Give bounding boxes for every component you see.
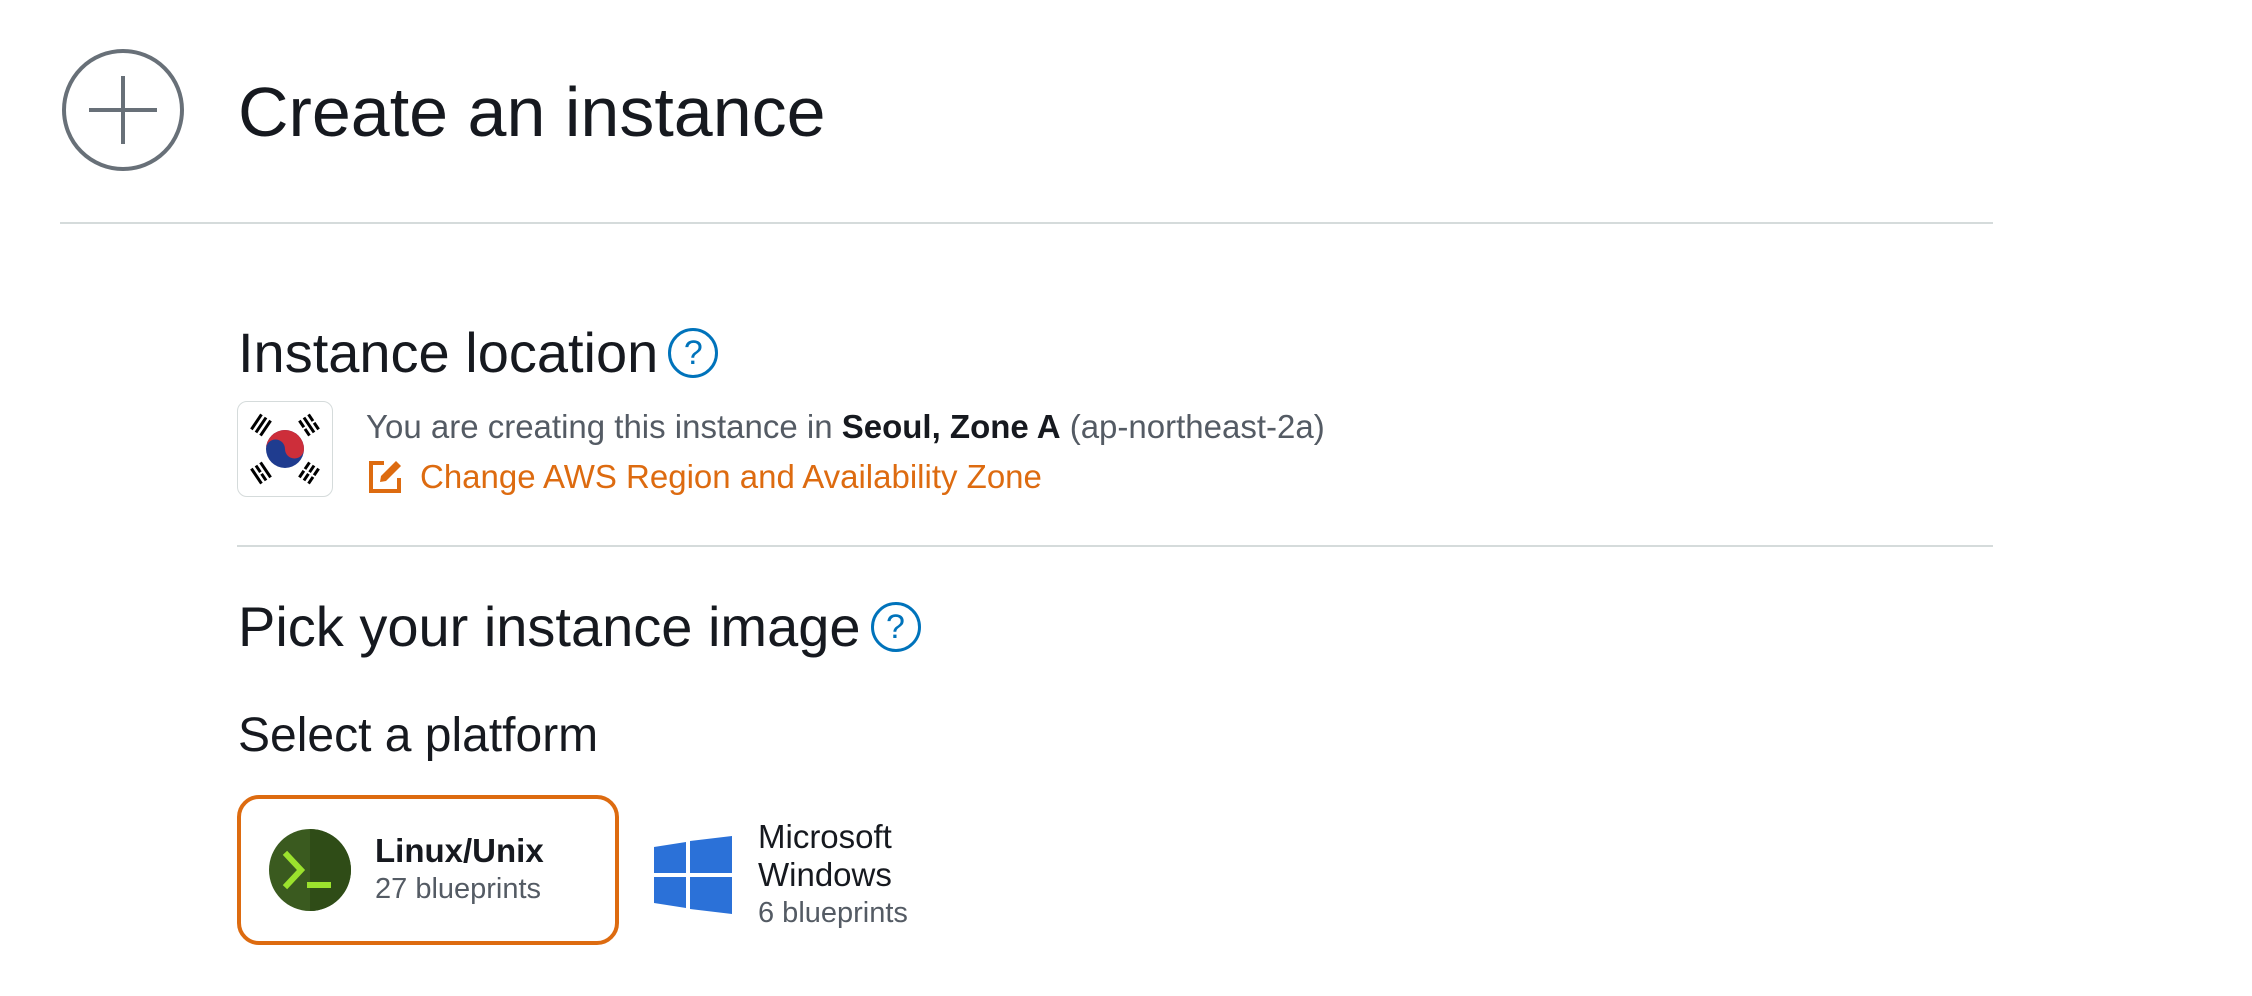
add-circle-icon xyxy=(62,49,184,171)
instance-location-heading: Instance location ? xyxy=(238,320,719,386)
platform-option-linux[interactable]: Linux/Unix 27 blueprints xyxy=(237,795,619,945)
terminal-icon xyxy=(269,829,351,911)
help-icon[interactable]: ? xyxy=(870,602,921,652)
linux-card-text: Linux/Unix 27 blueprints xyxy=(375,832,544,908)
change-region-link[interactable]: Change AWS Region and Availability Zone xyxy=(366,457,1042,497)
instance-location-title: Instance location xyxy=(238,321,659,384)
blueprint-count: 27 blueprints xyxy=(375,873,542,905)
select-platform-label: Select a platform xyxy=(238,709,599,762)
header-divider xyxy=(60,222,1993,224)
platform-name: Linux/Unix xyxy=(375,832,544,869)
create-instance-page: Create an instance Instance location ? Y… xyxy=(0,0,2252,996)
edit-icon xyxy=(369,461,401,493)
instance-image-heading: Pick your instance image ? xyxy=(238,594,921,660)
region-flag xyxy=(237,401,333,497)
region-name: Seoul, Zone A xyxy=(841,408,1061,445)
change-region-label[interactable]: Change AWS Region and Availability Zone xyxy=(420,457,1042,497)
platform-option-windows[interactable]: Microsoft Windows 6 blueprints xyxy=(650,805,980,945)
blueprint-count: 6 blueprints xyxy=(758,897,908,929)
windows-logo-icon xyxy=(654,836,732,914)
south-korea-flag-icon xyxy=(250,413,320,485)
region-code: (ap-northeast-2a) xyxy=(1069,408,1325,445)
location-description: You are creating this instance in Seoul,… xyxy=(366,407,1325,447)
platform-name-line2: Windows xyxy=(758,856,892,893)
windows-card-text: Microsoft Windows 6 blueprints xyxy=(758,818,908,932)
instance-image-title: Pick your instance image xyxy=(238,595,861,658)
section-divider xyxy=(237,545,1993,547)
help-icon[interactable]: ? xyxy=(668,328,719,378)
location-prefix: You are creating this instance in xyxy=(366,408,833,445)
platform-name-line1: Microsoft xyxy=(758,818,892,855)
page-title: Create an instance xyxy=(238,73,826,151)
